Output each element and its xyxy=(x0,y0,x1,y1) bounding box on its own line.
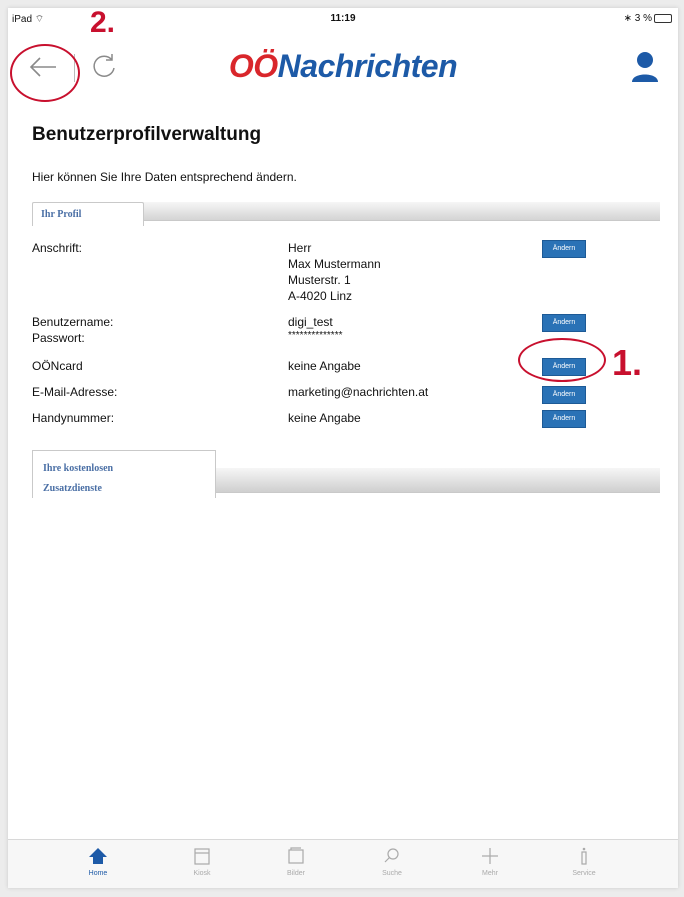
bottom-tab-bar: Home Kiosk Bilder Suche Mehr Service xyxy=(8,839,678,888)
change-phone-button[interactable]: Ändern xyxy=(542,410,586,428)
services-tab-strip: Ihre kostenlosen Zusatzdienste xyxy=(32,450,660,498)
battery-icon xyxy=(654,13,672,23)
tabbar-suche[interactable]: Suche xyxy=(362,846,422,877)
brand-logo[interactable]: OÖNachrichten xyxy=(8,48,678,85)
change-email-button[interactable]: Ändern xyxy=(542,386,586,404)
tabbar-mehr-label: Mehr xyxy=(482,870,498,877)
credentials-labels: Benutzername: Passwort: xyxy=(32,314,113,346)
change-address-button[interactable]: Ändern xyxy=(542,240,586,258)
phone-value: keine Angabe xyxy=(288,411,361,425)
user-profile-button[interactable] xyxy=(630,50,660,84)
password-label: Passwort: xyxy=(32,331,85,345)
annotation-circle-back xyxy=(10,44,80,102)
annotation-circle-change xyxy=(518,338,606,382)
change-credentials-button[interactable]: Ändern xyxy=(542,314,586,332)
username-label: Benutzername: xyxy=(32,315,114,329)
password-value: ************** xyxy=(288,330,343,341)
annotation-step-2: 2. xyxy=(90,8,116,39)
card-label: OÖNcard xyxy=(32,359,83,373)
tabbar-home-label: Home xyxy=(88,870,108,877)
logo-text: Nachrichten xyxy=(277,48,458,84)
app-screen: iPad ⌔ 11:19 ∗ 3 % OÖNachrichten 2. Benu… xyxy=(8,8,678,888)
profile-tab-strip: Ihr Profil xyxy=(32,202,660,232)
plus-icon xyxy=(482,848,498,864)
tab-additional-services[interactable]: Ihre kostenlosen Zusatzdienste xyxy=(32,450,216,498)
tabbar-bilder-label: Bilder xyxy=(287,870,305,877)
tabbar-suche-label: Suche xyxy=(382,870,402,877)
credentials-values: digi_test ************** xyxy=(288,314,342,342)
tabbar-mehr[interactable]: Mehr xyxy=(460,846,520,877)
tab-profile[interactable]: Ihr Profil xyxy=(32,202,144,226)
tabbar-kiosk[interactable]: Kiosk xyxy=(172,846,232,877)
kiosk-icon xyxy=(194,848,210,865)
phone-label: Handynummer: xyxy=(32,411,115,425)
search-icon xyxy=(384,848,399,863)
battery-status: ∗ 3 % xyxy=(624,13,672,24)
annotation-step-1: 1. xyxy=(612,342,643,383)
pictures-icon xyxy=(288,847,304,864)
tab-services-line-1: Ihre kostenlosen xyxy=(43,463,114,474)
tabbar-service[interactable]: Service xyxy=(554,846,614,877)
info-icon xyxy=(581,847,587,865)
page-title: Benutzerprofilverwaltung xyxy=(32,124,262,145)
address-value: Herr Max Mustermann Musterstr. 1 A-4020 … xyxy=(288,240,381,304)
address-line: A-4020 Linz xyxy=(288,289,353,303)
tabbar-bilder[interactable]: Bilder xyxy=(266,846,326,877)
address-line: Musterstr. 1 xyxy=(288,273,351,287)
email-value: marketing@nachrichten.at xyxy=(288,385,429,399)
tabbar-service-label: Service xyxy=(572,870,596,877)
tabbar-home[interactable]: Home xyxy=(68,846,128,877)
email-label: E-Mail-Adresse: xyxy=(32,385,118,399)
address-line: Max Mustermann xyxy=(288,257,381,271)
tab-services-line-2: Zusatzdienste xyxy=(43,483,102,494)
tabbar-kiosk-label: Kiosk xyxy=(193,870,211,877)
home-icon xyxy=(89,848,107,864)
card-value: keine Angabe xyxy=(288,359,361,373)
username-value: digi_test xyxy=(288,315,333,329)
address-label: Anschrift: xyxy=(32,241,83,255)
logo-oo: OÖ xyxy=(228,48,278,84)
user-icon xyxy=(632,52,658,82)
page-subtitle: Hier können Sie Ihre Daten entsprechend … xyxy=(32,170,297,184)
bluetooth-icon: ∗ xyxy=(623,13,632,24)
address-line: Herr xyxy=(288,241,312,255)
